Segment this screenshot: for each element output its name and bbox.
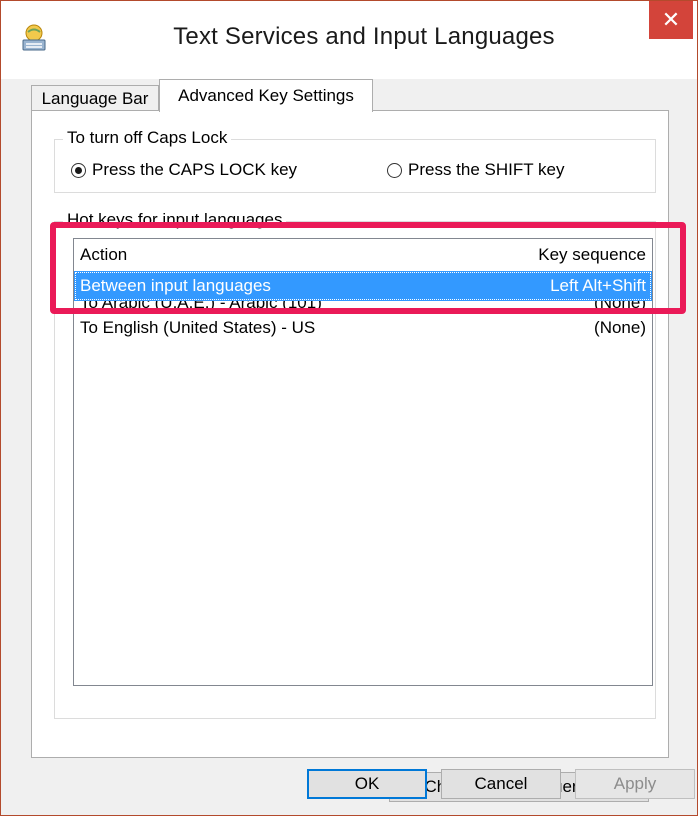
list-item[interactable]: To English (United States) - US (None) <box>74 313 652 343</box>
radio-selected-icon[interactable] <box>71 162 86 178</box>
apply-button[interactable]: Apply <box>575 769 695 799</box>
dialog-client: Language Bar Advanced Key Settings To tu… <box>1 79 697 815</box>
list-header: Action Key sequence <box>74 239 652 271</box>
hot-keys-legend: Hot keys for input languages <box>63 210 287 230</box>
list-item[interactable]: Between input languages Left Alt+Shift <box>74 271 652 301</box>
list-item[interactable]: To Arabic (U.A.E.) - Arabic (101) (None) <box>74 301 652 313</box>
cancel-button[interactable]: Cancel <box>441 769 561 799</box>
close-icon[interactable]: ✕ <box>662 7 680 33</box>
radio-shift-label[interactable]: Press the SHIFT key <box>408 160 565 180</box>
list-item-action: To Arabic (U.A.E.) - Arabic (101) <box>80 301 322 312</box>
list-item-action: To English (United States) - US <box>80 318 316 337</box>
tab-advanced-key-settings[interactable]: Advanced Key Settings <box>159 79 373 112</box>
window-title: Text Services and Input Languages <box>173 23 555 50</box>
radio-caps-lock-key[interactable]: Press the CAPS LOCK key <box>71 160 297 180</box>
hot-keys-list[interactable]: Action Key sequence Between input langua… <box>73 238 653 686</box>
close-button[interactable]: ✕ <box>649 1 693 39</box>
list-item-key: (None) <box>594 318 646 337</box>
column-header-key-sequence[interactable]: Key sequence <box>538 245 646 265</box>
ok-button[interactable]: OK <box>307 769 427 799</box>
caps-lock-legend: To turn off Caps Lock <box>63 128 232 148</box>
tab-panel: To turn off Caps Lock Press the CAPS LOC… <box>31 110 669 802</box>
caps-lock-group: To turn off Caps Lock Press the CAPS LOC… <box>54 128 656 193</box>
dialog-window: Text Services and Input Languages ✕ Lang… <box>0 0 698 816</box>
title-bar: Text Services and Input Languages ✕ <box>1 1 697 79</box>
list-item-key: Left Alt+Shift <box>550 276 646 295</box>
radio-unselected-icon[interactable] <box>387 162 402 178</box>
radio-shift-key[interactable]: Press the SHIFT key <box>387 160 565 180</box>
column-header-action[interactable]: Action <box>80 245 127 265</box>
list-item-action: Between input languages <box>80 276 271 295</box>
tab-language-bar[interactable]: Language Bar <box>31 85 159 112</box>
list-item-key: (None) <box>594 301 646 312</box>
hot-keys-group: Hot keys for input languages Action Key … <box>54 210 656 802</box>
radio-caps-lock-label[interactable]: Press the CAPS LOCK key <box>92 160 297 180</box>
